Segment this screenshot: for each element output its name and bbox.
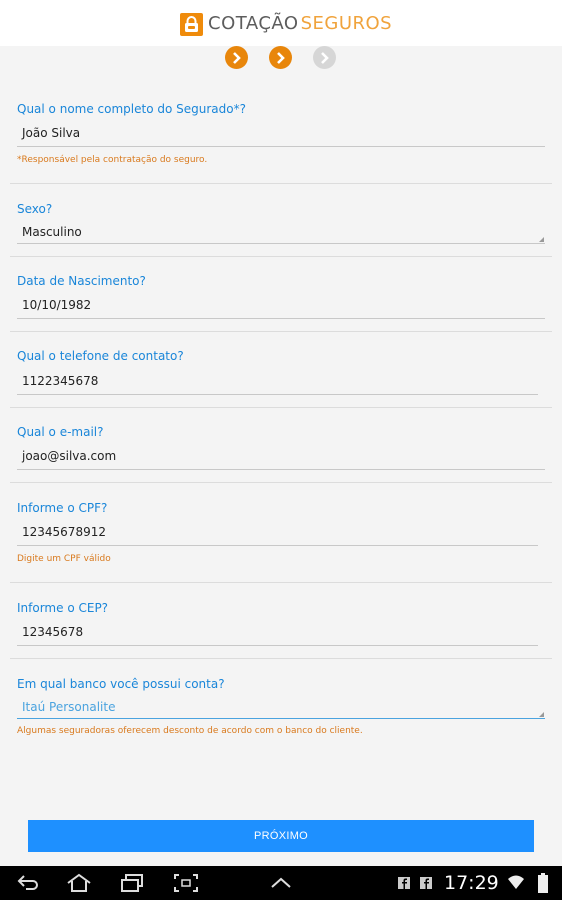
divider	[10, 256, 552, 257]
facebook-notification-icon	[420, 877, 432, 889]
cpf-hint: Digite um CPF válido	[17, 554, 111, 564]
cpf-input[interactable]: 12345678912	[22, 525, 106, 539]
name-label: Qual o nome completo do Segurado*?	[17, 102, 246, 116]
name-input[interactable]: João Silva	[22, 126, 80, 140]
phone-label: Qual o telefone de contato?	[17, 349, 184, 363]
screenshot-icon[interactable]	[173, 873, 199, 893]
divider	[10, 582, 552, 583]
chevron-up-icon[interactable]	[269, 873, 293, 893]
lock-car-icon	[180, 12, 203, 36]
cep-label: Informe o CEP?	[17, 601, 109, 615]
next-button[interactable]: PRÓXIMO	[28, 820, 534, 852]
chevron-right-icon	[320, 51, 329, 64]
bank-hint: Algumas seguradoras oferecem desconto de…	[17, 726, 363, 736]
step-indicator	[0, 46, 562, 70]
phone-input[interactable]: 1122345678	[22, 374, 98, 388]
bank-label: Em qual banco você possui conta?	[17, 677, 225, 691]
back-icon[interactable]	[16, 873, 40, 893]
status-time: 17:29	[444, 872, 499, 894]
app-logo: COTAÇÃO SEGUROS	[180, 11, 392, 37]
divider	[10, 331, 552, 332]
chevron-right-icon	[276, 51, 285, 64]
birth-label: Data de Nascimento?	[17, 274, 146, 288]
step-1-done[interactable]	[225, 46, 248, 69]
dropdown-caret-icon[interactable]	[539, 237, 544, 242]
phone-underline	[17, 394, 538, 395]
system-nav-bar: 17:29	[0, 866, 562, 900]
email-label: Qual o e-mail?	[17, 425, 104, 439]
bank-select[interactable]: Itaú Personalite	[22, 700, 115, 714]
logo-text-seguros: SEGUROS	[300, 13, 393, 34]
step-3-pending[interactable]	[313, 46, 336, 69]
divider	[10, 658, 552, 659]
email-underline	[17, 469, 545, 470]
sex-select[interactable]: Masculino	[22, 225, 82, 239]
cpf-underline	[17, 545, 538, 546]
logo-text-cotacao: COTAÇÃO	[208, 13, 299, 34]
divider	[10, 407, 552, 408]
cep-input[interactable]: 12345678	[22, 625, 83, 639]
dropdown-caret-icon[interactable]	[539, 712, 544, 717]
cep-underline	[17, 645, 538, 646]
divider	[10, 482, 552, 483]
name-hint: *Responsável pela contratação do seguro.	[17, 155, 208, 165]
recent-apps-icon[interactable]	[119, 873, 145, 893]
sex-label: Sexo?	[17, 202, 53, 216]
facebook-notification-icon	[398, 877, 410, 889]
bank-underline	[17, 718, 545, 719]
step-2-done[interactable]	[269, 46, 292, 69]
chevron-right-icon	[232, 51, 241, 64]
wifi-icon	[508, 875, 524, 889]
birth-input[interactable]: 10/10/1982	[22, 298, 91, 312]
cpf-label: Informe o CPF?	[17, 501, 108, 515]
battery-icon	[538, 873, 548, 893]
sex-underline	[17, 243, 545, 244]
name-underline	[17, 146, 545, 147]
birth-underline	[17, 318, 545, 319]
divider	[10, 183, 552, 184]
home-icon[interactable]	[66, 873, 92, 893]
email-input[interactable]: joao@silva.com	[22, 449, 116, 463]
app-header: COTAÇÃO SEGUROS	[0, 0, 562, 46]
